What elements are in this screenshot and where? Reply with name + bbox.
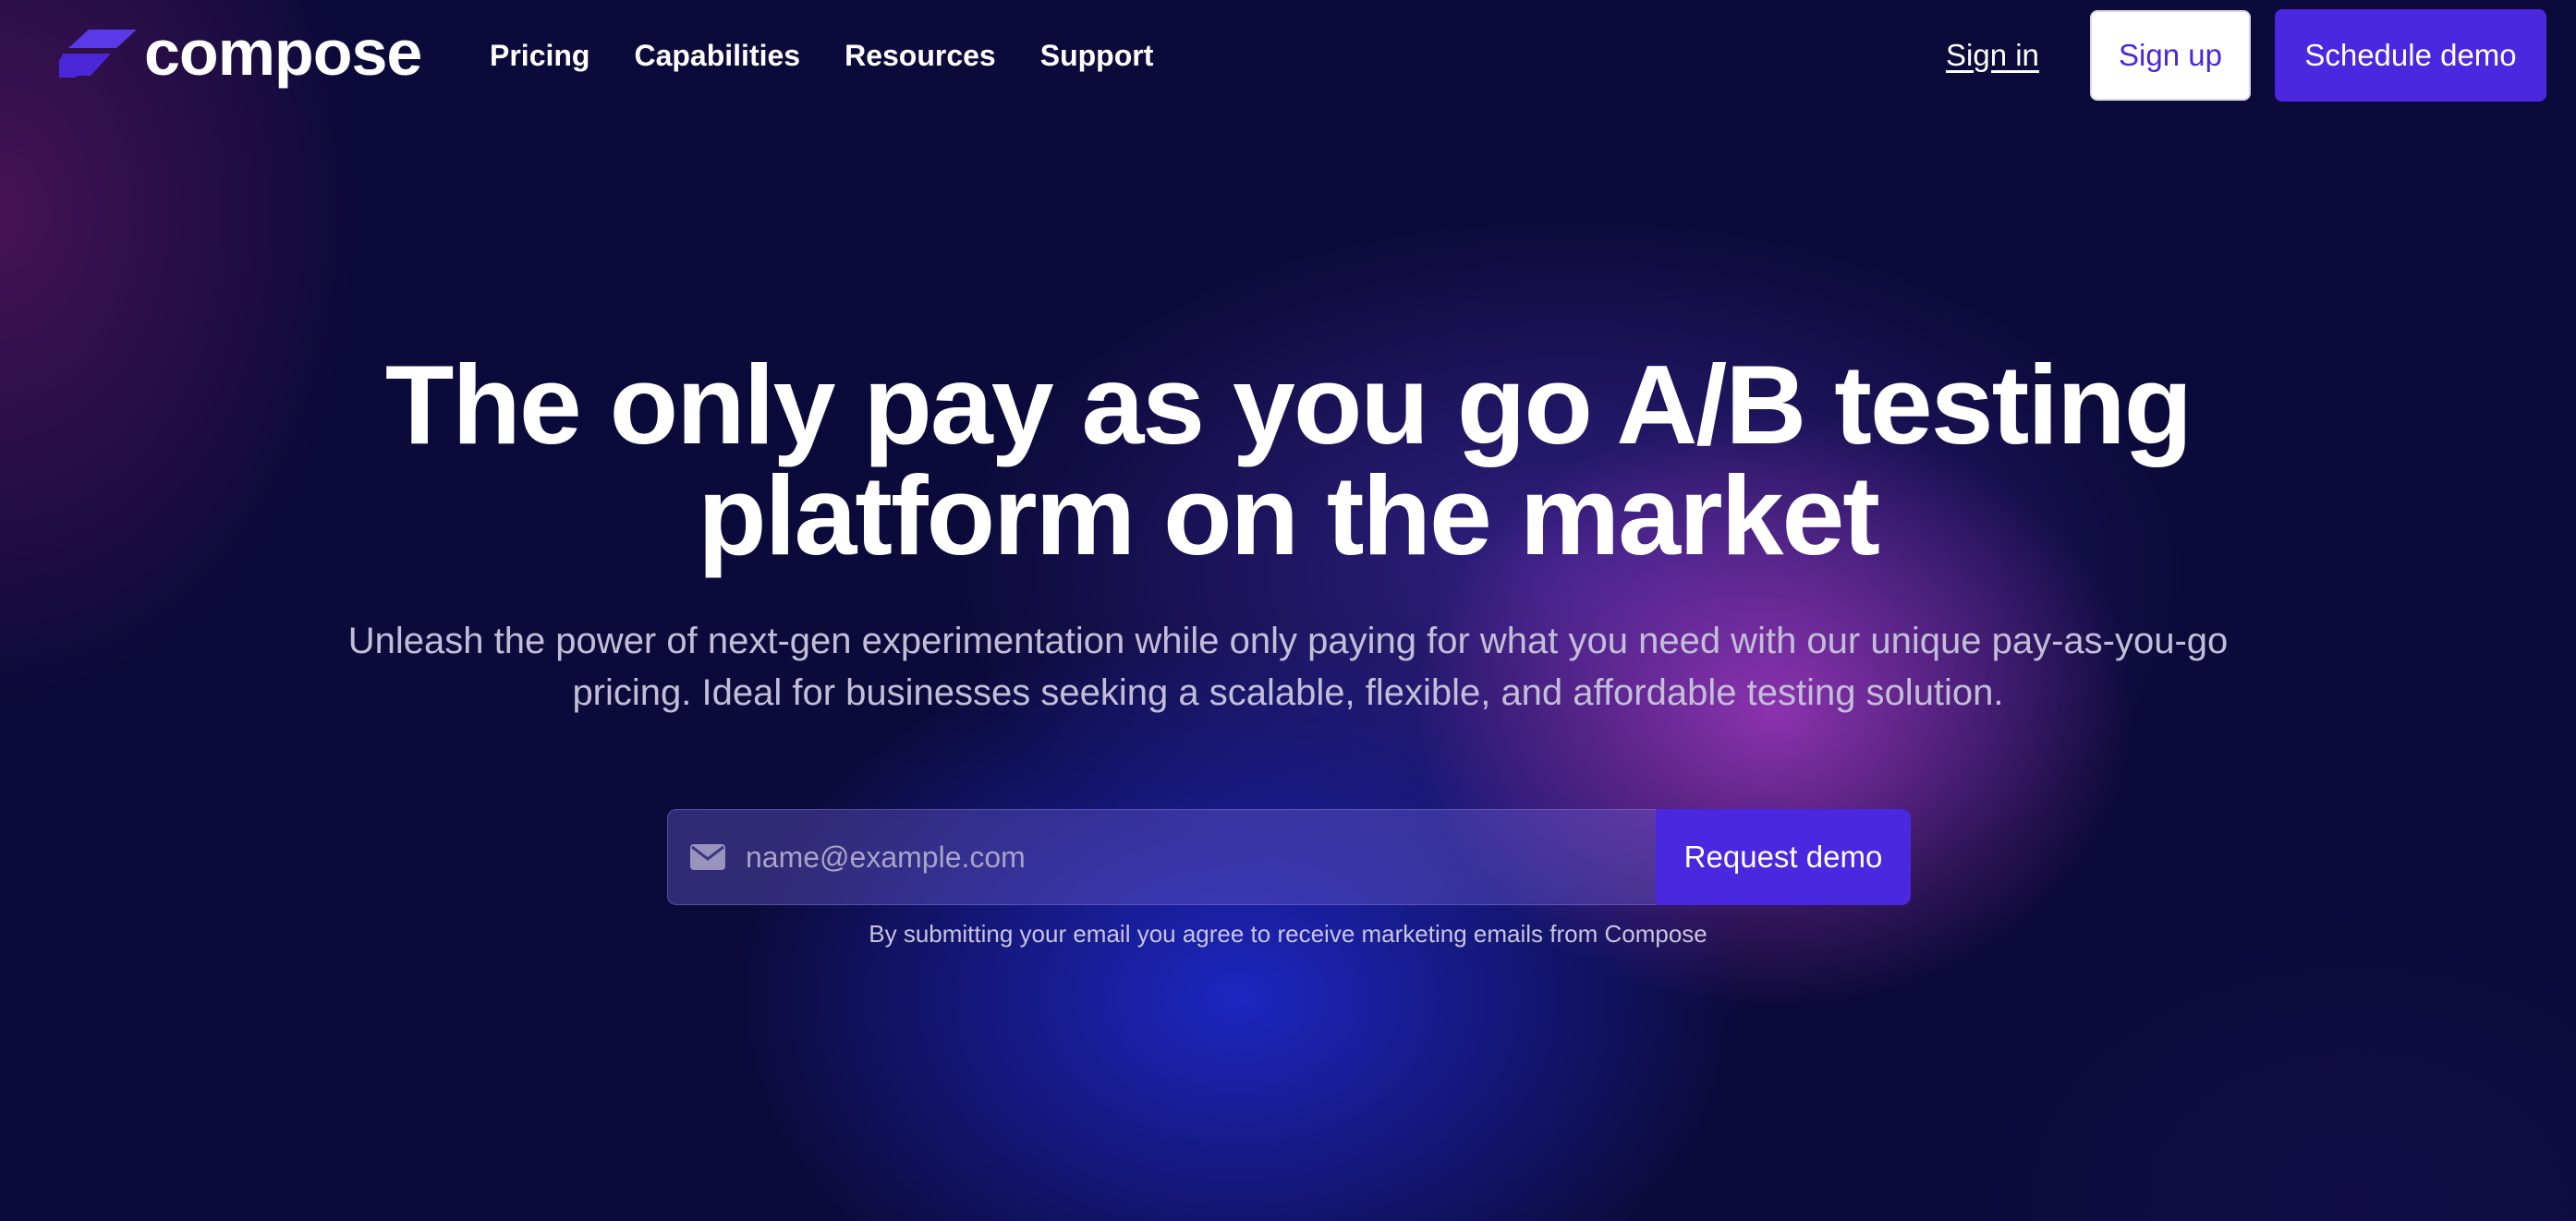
nav-link-support[interactable]: Support [1040, 33, 1154, 78]
brand-name: compose [144, 17, 422, 89]
envelope-icon [690, 844, 725, 870]
request-demo-button[interactable]: Request demo [1656, 809, 1911, 905]
nav-link-capabilities[interactable]: Capabilities [634, 33, 800, 78]
hero-title-line-2: platform on the market [698, 453, 1880, 578]
email-input[interactable] [744, 828, 1656, 886]
nav-link-resources[interactable]: Resources [844, 33, 996, 78]
demo-request-form: Request demo [667, 809, 1911, 905]
hero-title: The only pay as you go A/B testing platf… [0, 342, 2576, 578]
hero-subtitle: Unleash the power of next-gen experiment… [347, 621, 2229, 713]
top-navigation: compose Pricing Capabilities Resources S… [0, 0, 2576, 111]
compose-logo[interactable]: compose [59, 17, 422, 89]
nav-link-pricing[interactable]: Pricing [490, 33, 589, 78]
compose-logo-mark-icon [59, 30, 137, 78]
sign-up-button[interactable]: Sign up [2090, 10, 2251, 101]
sign-in-link[interactable]: Sign in [1946, 33, 2039, 78]
email-disclaimer: By submitting your email you agree to re… [869, 920, 1707, 948]
schedule-demo-button[interactable]: Schedule demo [2275, 9, 2546, 102]
hero-title-line-1: The only pay as you go A/B testing [384, 342, 2193, 467]
email-field[interactable] [667, 809, 1656, 905]
primary-nav: Pricing Capabilities Resources Support [490, 33, 1153, 78]
